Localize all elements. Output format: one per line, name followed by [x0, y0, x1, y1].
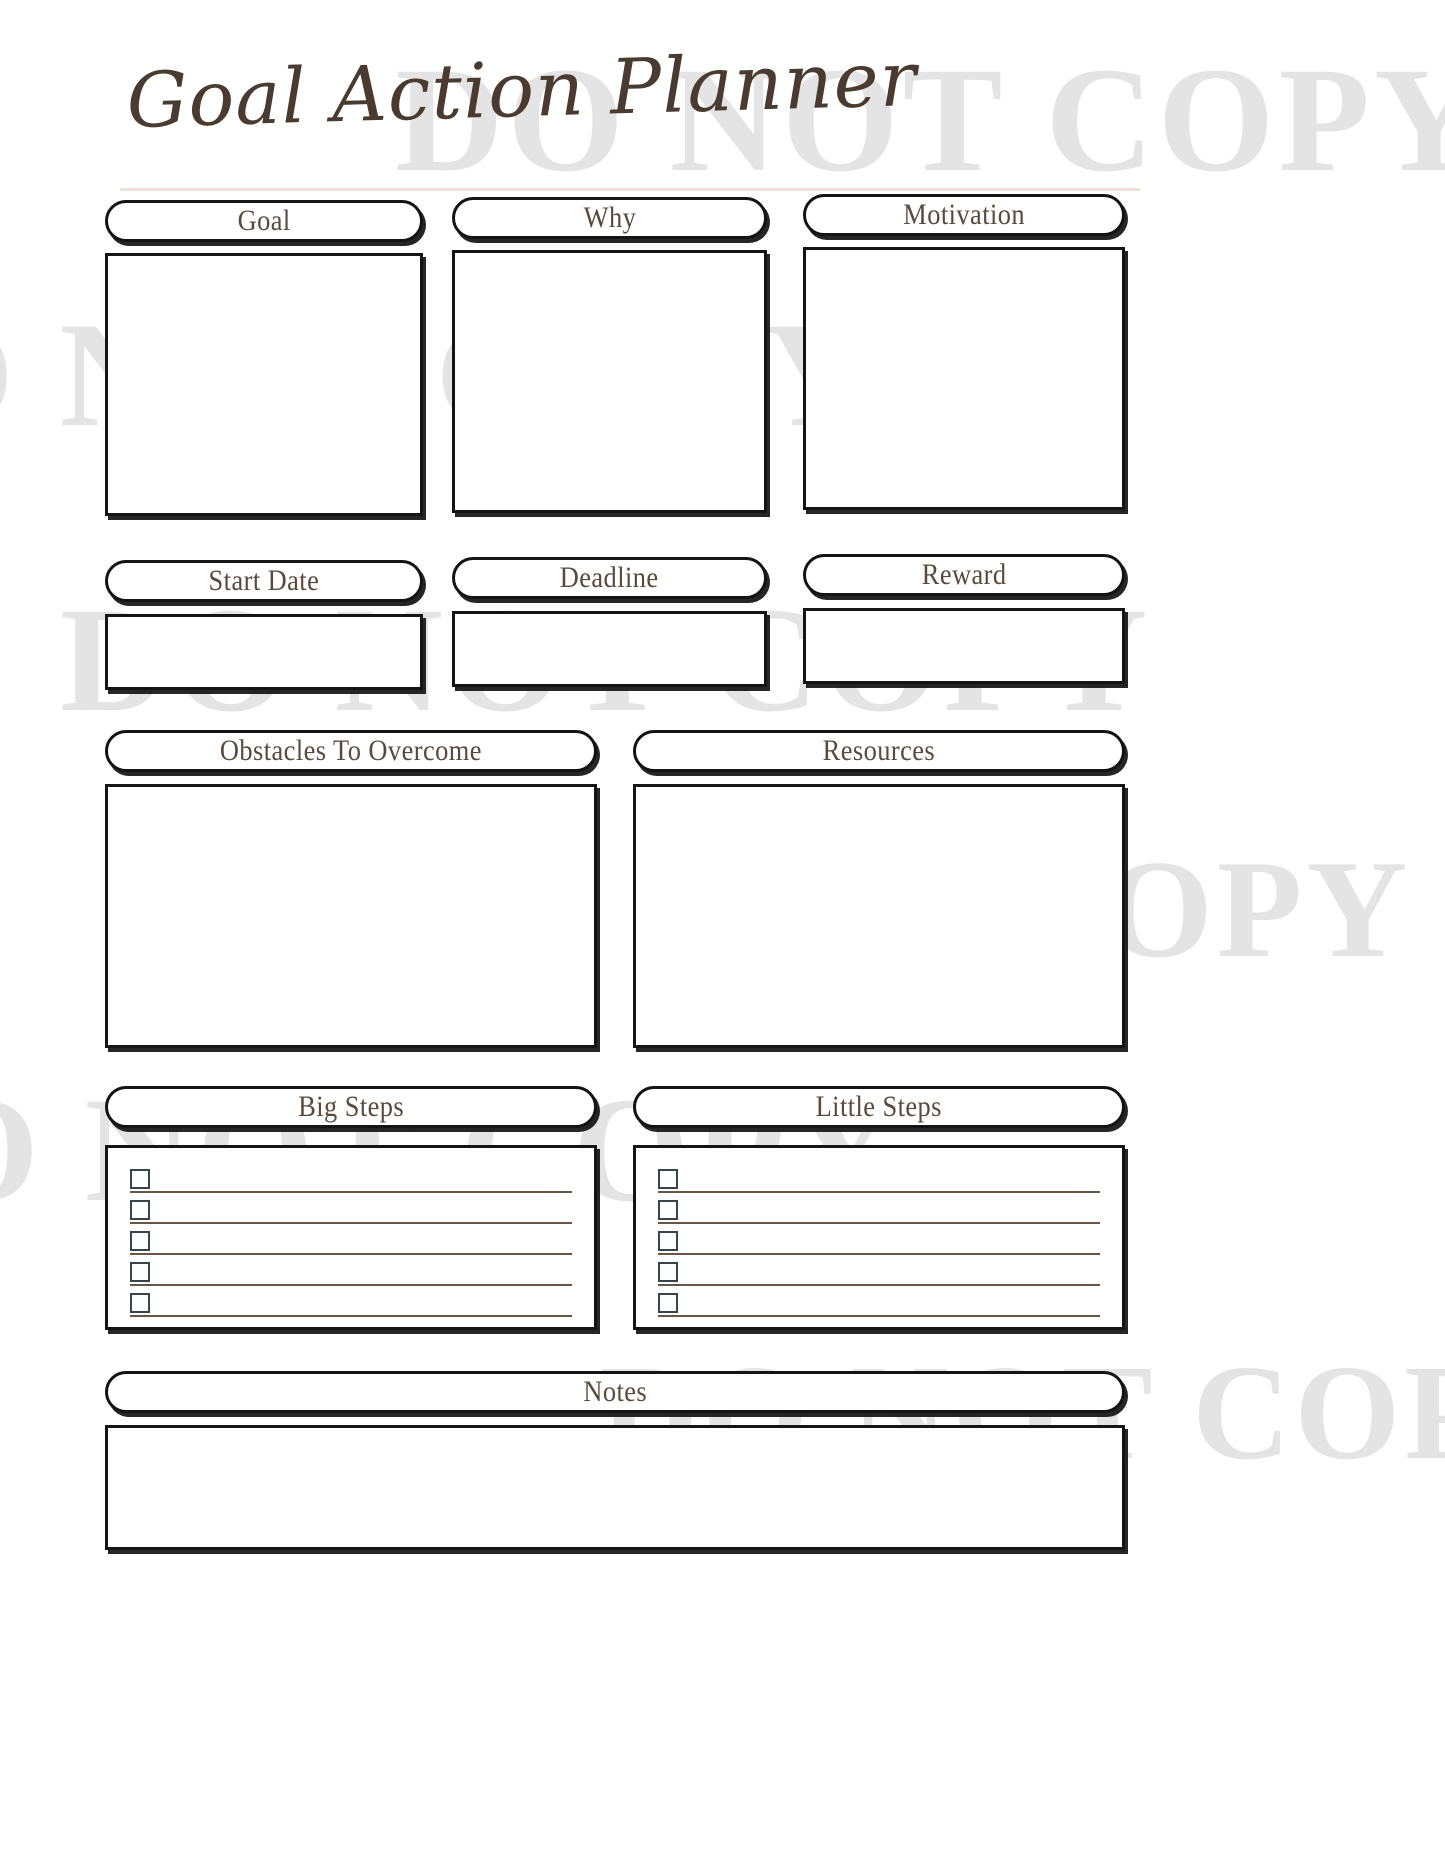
notes-header: Notes — [105, 1371, 1125, 1413]
notes-input-box[interactable] — [105, 1425, 1125, 1550]
little-step-row[interactable] — [658, 1255, 1100, 1286]
checkbox-icon[interactable] — [658, 1293, 678, 1313]
deadline-input[interactable] — [452, 611, 767, 687]
goal-header: Goal — [105, 200, 423, 242]
big-steps-header: Big Steps — [105, 1086, 597, 1128]
resources-header-label: Resources — [822, 734, 936, 767]
title-area: Goal Action Planner — [120, 34, 1120, 172]
motivation-input-box[interactable] — [803, 247, 1125, 510]
obstacles-header-label: Obstacles To Overcome — [219, 734, 483, 767]
resources-input-box[interactable] — [633, 784, 1125, 1048]
big-steps-header-label: Big Steps — [298, 1090, 404, 1123]
little-steps-header-label: Little Steps — [815, 1090, 943, 1123]
little-step-row[interactable] — [658, 1193, 1100, 1224]
checkbox-icon[interactable] — [658, 1200, 678, 1220]
goal-input-box[interactable] — [105, 253, 423, 516]
checkbox-icon[interactable] — [658, 1169, 678, 1189]
checkbox-icon[interactable] — [130, 1200, 150, 1220]
big-step-row[interactable] — [130, 1286, 572, 1317]
title-divider — [120, 188, 1140, 191]
motivation-header-label: Motivation — [903, 198, 1025, 231]
big-step-row[interactable] — [130, 1255, 572, 1286]
why-header-label: Why — [583, 201, 636, 234]
notes-header-label: Notes — [583, 1375, 647, 1408]
big-steps-checklist[interactable] — [105, 1145, 597, 1330]
little-step-write-line[interactable] — [658, 1315, 1100, 1317]
reward-header: Reward — [803, 554, 1125, 596]
obstacles-input-box[interactable] — [105, 784, 597, 1048]
deadline-header-label: Deadline — [560, 561, 659, 594]
start-date-header-label: Start Date — [208, 564, 320, 597]
start-date-input[interactable] — [105, 614, 423, 690]
reward-input[interactable] — [803, 608, 1125, 684]
checkbox-icon[interactable] — [130, 1231, 150, 1251]
motivation-header: Motivation — [803, 194, 1125, 236]
goal-header-label: Goal — [237, 204, 291, 237]
reward-header-label: Reward — [921, 558, 1007, 591]
deadline-header: Deadline — [452, 557, 767, 599]
why-input-box[interactable] — [452, 250, 767, 513]
planner-page: Goal Action Planner Goal Why Motivation … — [0, 0, 1445, 1871]
checkbox-icon[interactable] — [130, 1262, 150, 1282]
big-step-row[interactable] — [130, 1224, 572, 1255]
resources-header: Resources — [633, 730, 1125, 772]
little-step-row[interactable] — [658, 1162, 1100, 1193]
checkbox-icon[interactable] — [130, 1293, 150, 1313]
page-title: Goal Action Planner — [125, 33, 919, 146]
why-header: Why — [452, 197, 767, 239]
big-step-row[interactable] — [130, 1193, 572, 1224]
big-step-write-line[interactable] — [130, 1315, 572, 1317]
checkbox-icon[interactable] — [658, 1231, 678, 1251]
big-step-row[interactable] — [130, 1162, 572, 1193]
checkbox-icon[interactable] — [130, 1169, 150, 1189]
little-steps-checklist[interactable] — [633, 1145, 1125, 1330]
checkbox-icon[interactable] — [658, 1262, 678, 1282]
little-steps-header: Little Steps — [633, 1086, 1125, 1128]
obstacles-header: Obstacles To Overcome — [105, 730, 597, 772]
little-step-row[interactable] — [658, 1286, 1100, 1317]
little-step-row[interactable] — [658, 1224, 1100, 1255]
start-date-header: Start Date — [105, 560, 423, 602]
